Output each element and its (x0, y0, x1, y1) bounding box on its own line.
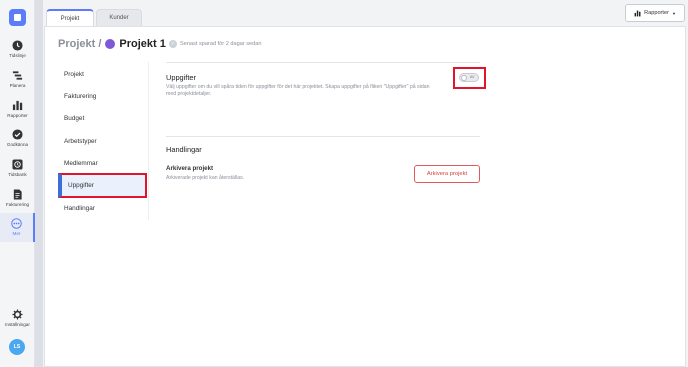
sidebar-item-label: Godkänna (6, 142, 29, 147)
uppgifter-description: Välj uppgifter om du vill spåra tiden fö… (166, 84, 430, 97)
bar-chart-icon (12, 100, 23, 111)
sidebar-item-installningar[interactable]: Inställningar (0, 309, 35, 327)
menu-item-fakturering[interactable]: Fakturering (58, 85, 147, 107)
more-icon (11, 218, 22, 229)
check-icon: ✓ (169, 40, 177, 48)
sidebar-item-godkanna[interactable]: Godkänna (0, 129, 35, 147)
app-logo[interactable] (9, 9, 26, 26)
breadcrumb-current: Projekt 1 (119, 38, 166, 50)
toggle-label: AV (470, 75, 475, 79)
sidebar-item-label: Mer (12, 231, 21, 236)
menu-divider (148, 62, 149, 220)
sidebar-item-label: Fakturering (5, 202, 30, 207)
sidebar-item-fakturering[interactable]: Fakturering (0, 189, 35, 207)
bar-chart-icon (634, 10, 641, 16)
menu-item-projekt[interactable]: Projekt (58, 63, 147, 85)
archive-title: Arkivera projekt (166, 165, 214, 172)
archive-project-button[interactable]: Arkivera projekt (414, 165, 480, 183)
handlingar-title: Handlingar (166, 145, 202, 154)
sidebar-item-label: Tidsbank (8, 172, 27, 177)
section-divider (166, 62, 480, 63)
chevron-down-icon: ▼ (671, 10, 676, 16)
sidebar-rail: Tidslinje Planera Rapporter Godkänna Tid… (0, 0, 35, 367)
uppgifter-title: Uppgifter (166, 73, 196, 82)
saved-status: ✓ Senast sparad för 2 dagar sedan (169, 40, 261, 48)
page-title: Projekt / Projekt 1 (58, 38, 166, 50)
sidebar-item-planera[interactable]: Planera (0, 70, 35, 88)
rail-divider (35, 0, 43, 367)
menu-item-medlemmar[interactable]: Medlemmar (58, 152, 147, 174)
sidebar-item-rapporter[interactable]: Rapporter (0, 100, 35, 118)
sidebar-item-label: Tidslinje (9, 53, 26, 58)
check-circle-icon (12, 129, 23, 140)
sidebar-item-tidsbank[interactable]: Tidsbank (0, 159, 35, 177)
reports-button-label: Rapporter (644, 10, 669, 16)
sidebar-item-label: Planera (9, 83, 26, 88)
toggle-knob (461, 75, 467, 81)
menu-item-uppgifter[interactable]: Uppgifter (58, 173, 147, 198)
reports-button[interactable]: Rapporter ▼ (625, 4, 685, 22)
menu-item-handlingar[interactable]: Handlingar (58, 197, 147, 219)
clock-icon (12, 40, 23, 51)
saved-status-text: Senast sparad för 2 dagar sedan (180, 41, 262, 47)
menu-item-arbetstyper[interactable]: Arbetstyper (58, 130, 147, 152)
avatar[interactable]: LS (9, 339, 25, 355)
sidebar-item-tidslinje[interactable]: Tidslinje (0, 40, 35, 58)
sidebar-item-mer[interactable]: Mer (0, 213, 35, 242)
invoice-icon (13, 189, 22, 200)
tab-projekt[interactable]: Projekt (46, 9, 94, 26)
sidebar-item-label: Inställningar (5, 322, 30, 327)
time-bank-icon (12, 159, 23, 170)
breadcrumb-parent[interactable]: Projekt / (58, 38, 101, 50)
uppgifter-toggle[interactable]: AV (459, 73, 479, 82)
sidebar-item-label: Rapporter (7, 113, 28, 118)
gear-icon (12, 309, 23, 320)
menu-item-budget[interactable]: Budget (58, 107, 147, 129)
project-icon (105, 39, 116, 49)
gantt-icon (12, 71, 23, 80)
tab-kunder[interactable]: Kunder (96, 9, 142, 26)
section-divider (166, 136, 480, 137)
archive-description: Arkiverade projekt kan återställas. (166, 175, 245, 181)
